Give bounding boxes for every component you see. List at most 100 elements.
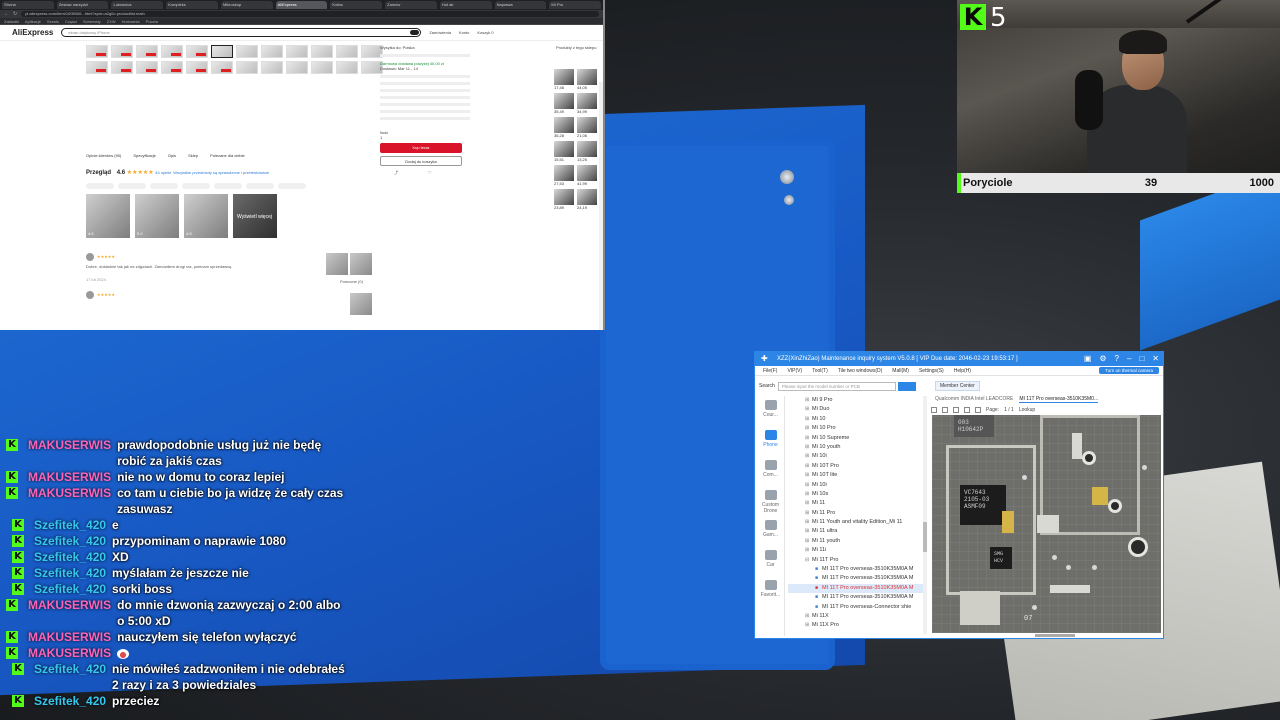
helpful-button[interactable]: Pomocne (0) [340, 279, 363, 284]
tree-scrollbar[interactable] [923, 396, 927, 634]
save-icon[interactable] [942, 406, 948, 413]
aliexpress-logo[interactable]: AliExpress [12, 28, 53, 37]
bookmark-item[interactable]: Schematy [83, 18, 101, 24]
nav-computer[interactable]: Com... [757, 456, 784, 486]
header-account[interactable]: Konto [459, 30, 469, 35]
detail-tab[interactable]: Polecane dla ciebie [210, 153, 245, 158]
chat-username[interactable]: Szefitek_420 [34, 533, 106, 549]
variant-thumbnail[interactable] [161, 45, 183, 58]
nav-gamepad[interactable]: Gam... [757, 516, 784, 546]
browser-tab[interactable]: MI Pro [549, 1, 602, 9]
zxw-menu-item[interactable]: Help(H) [954, 368, 971, 374]
back-icon[interactable]: ← [4, 11, 9, 17]
filter-chip[interactable] [150, 183, 178, 189]
nav-phone[interactable]: Phone [757, 426, 784, 456]
tree-item[interactable]: Mi 11 Youth and vitality Edition_Mi 11 [788, 518, 926, 527]
filter-chip[interactable] [182, 183, 210, 189]
store-product-card[interactable]: 41,99 [577, 165, 597, 186]
variant-thumbnail[interactable] [136, 61, 158, 74]
bookmark-item[interactable]: ZXW [107, 18, 116, 24]
header-orders[interactable]: Zamówienia [429, 30, 451, 35]
tree-item[interactable]: Mi 10T Pro [788, 462, 926, 471]
board-hscroll[interactable] [1035, 634, 1075, 637]
store-product-card[interactable]: 44,05 [577, 69, 597, 90]
tree-item[interactable]: Mi 9 Pro [788, 396, 926, 405]
filter-chip[interactable] [86, 183, 114, 189]
variant-thumbnail[interactable] [286, 45, 308, 58]
browser-tab[interactable]: Kompleks [166, 1, 218, 9]
variant-thumbnail[interactable] [236, 61, 258, 74]
store-product-card[interactable]: 21,06 [577, 117, 597, 138]
chat-username[interactable]: Szefitek_420 [34, 549, 106, 565]
filter-chip[interactable] [214, 183, 242, 189]
member-center-button[interactable]: Member Center [935, 381, 980, 391]
variant-thumbnail[interactable] [211, 61, 233, 74]
share-icon[interactable]: ⤴ [394, 170, 398, 176]
tree-item[interactable]: Mi 10i [788, 452, 926, 461]
zoom-out-icon[interactable] [975, 406, 981, 413]
help-icon[interactable]: ? [1115, 352, 1119, 366]
pcb-board-view[interactable]: VC7643 2105-03 ASMF09 003 H10642P SMG HC… [932, 415, 1161, 633]
filter-chip[interactable] [118, 183, 146, 189]
tree-item[interactable]: MI 11T Pro overseas-3510K35M0A M [788, 593, 926, 602]
wishlist-icon[interactable]: ♡ [428, 170, 432, 176]
zxw-menu-item[interactable]: Settings(S) [919, 368, 944, 374]
open-icon[interactable] [931, 406, 937, 413]
browser-tab[interactable]: Hot air [439, 1, 492, 9]
zxw-menu-item[interactable]: Tile two windows(D) [838, 368, 883, 374]
review-photo[interactable]: 5.0 [135, 194, 179, 238]
tree-item[interactable]: Mi 11T Pro [788, 556, 926, 565]
zoom-in-icon[interactable] [964, 406, 970, 413]
tree-item[interactable]: Mi 10 Pro [788, 424, 926, 433]
store-product-card[interactable]: 23,89 [554, 189, 574, 210]
bookmark-item[interactable]: Hurtownia [122, 18, 140, 24]
add-to-cart-button[interactable]: Dodaj do koszyka [380, 156, 462, 166]
browser-tab[interactable]: Zestaw narzędzi [56, 1, 109, 9]
bookmark-item[interactable]: Serwis [47, 18, 59, 24]
zxw-menu-item[interactable]: Mall(M) [892, 368, 909, 374]
tree-item[interactable]: Mi 10s [788, 490, 926, 499]
browser-tab[interactable]: Zamów [385, 1, 437, 9]
tree-item[interactable]: Mi 10T lite [788, 471, 926, 480]
nav-star[interactable]: Favorit... [757, 576, 784, 606]
variant-thumbnail[interactable] [86, 61, 108, 74]
bookmark-item[interactable]: Aplikacje [25, 18, 41, 24]
tab-mi-11t-pro[interactable]: MI 11T Pro overseas-3510K35M0... [1019, 396, 1099, 403]
review-image[interactable] [350, 293, 372, 315]
tree-item[interactable]: Mi 10 [788, 415, 926, 424]
variant-thumbnail[interactable] [336, 45, 358, 58]
tree-item[interactable]: Mi 11i [788, 546, 926, 555]
thermal-camera-button[interactable]: Turn on thermal camera [1099, 367, 1159, 374]
filter-chip[interactable] [246, 183, 274, 189]
variant-thumbnail[interactable] [286, 61, 308, 74]
tree-item[interactable]: Mi Duo [788, 405, 926, 414]
variant-thumbnail[interactable] [261, 45, 283, 58]
page-value[interactable]: 1 / 1 [1004, 407, 1014, 413]
tree-item[interactable]: Mi 11X Pro [788, 621, 926, 630]
zxw-menu-item[interactable]: VIP(V) [787, 368, 802, 374]
browser-tab[interactable]: Strona [2, 1, 54, 9]
chat-username[interactable]: Szefitek_420 [34, 517, 106, 533]
model-search-input[interactable]: Please input the model number or PCB [777, 381, 896, 391]
variant-thumbnail[interactable] [311, 45, 333, 58]
store-product-card[interactable]: 13,25 [577, 141, 597, 162]
review-photo[interactable]: 4.6 [86, 194, 130, 238]
detail-tab[interactable]: Opis [168, 153, 176, 158]
maximize-icon[interactable]: □ [1139, 352, 1144, 366]
review-photo[interactable]: 4.8 [184, 194, 228, 238]
chat-username[interactable]: MAKUSERWIS [28, 645, 111, 661]
zxw-menu-item[interactable]: Tool(T) [812, 368, 828, 374]
chat-username[interactable]: MAKUSERWIS [28, 485, 111, 517]
variant-thumbnail[interactable] [111, 45, 133, 58]
review-info-link[interactable]: Wszystkie przedmioty są sprawdzone i prz… [173, 170, 269, 175]
reload-icon[interactable]: ↻ [13, 11, 17, 17]
variant-thumbnail[interactable] [186, 45, 208, 58]
chat-username[interactable]: Szefitek_420 [34, 581, 106, 597]
chat-username[interactable]: MAKUSERWIS [28, 597, 111, 629]
pin-icon[interactable]: ▣ [1084, 352, 1092, 366]
minimize-icon[interactable]: – [1127, 352, 1131, 366]
view-more-photos[interactable]: Wyświetl więcej [233, 194, 277, 238]
store-product-card[interactable]: 27,53 [554, 165, 574, 186]
variant-thumbnail[interactable] [261, 61, 283, 74]
tree-item[interactable]: Mi 11 youth [788, 537, 926, 546]
